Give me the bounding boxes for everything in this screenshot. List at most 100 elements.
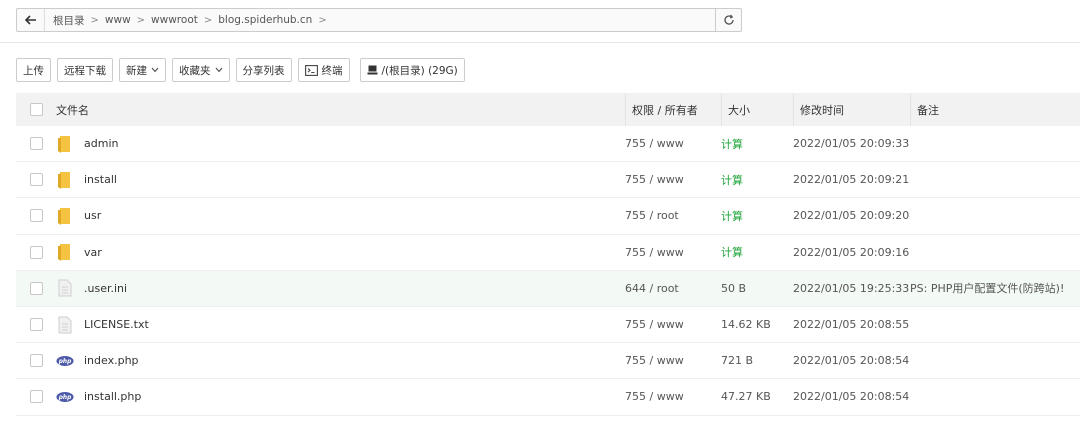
- row-checkbox[interactable]: [29, 281, 43, 295]
- table-row[interactable]: var 755 / www 计算 2022/01/05 20:09:16: [16, 235, 1080, 271]
- breadcrumb-item-site[interactable]: blog.spiderhub.cn: [216, 14, 314, 26]
- table-row[interactable]: .user.ini 644 / root 50 B 2022/01/05 19:25:…: [16, 270, 1080, 307]
- php-icon: php: [56, 391, 74, 402]
- file-name-link[interactable]: usr: [56, 207, 101, 225]
- file-icon: [58, 279, 72, 297]
- row-select-cell: [16, 307, 56, 342]
- chevron-down-icon: [151, 67, 159, 73]
- chevron-right-icon: >: [136, 14, 146, 26]
- row-checkbox[interactable]: [29, 209, 43, 223]
- refresh-icon: [723, 14, 734, 25]
- file-name-link[interactable]: .user.ini: [56, 279, 127, 297]
- column-header-time[interactable]: 修改时间: [793, 93, 910, 126]
- row-checkbox[interactable]: [29, 173, 43, 187]
- file-name-link[interactable]: php install.php: [56, 388, 141, 406]
- file-name-link[interactable]: LICENSE.txt: [56, 316, 149, 334]
- perm-cell[interactable]: 755 / www: [625, 162, 721, 197]
- column-header-size[interactable]: 大小: [721, 93, 793, 126]
- upload-button[interactable]: 上传: [16, 58, 51, 82]
- row-select-cell: [16, 198, 56, 233]
- note-cell[interactable]: [910, 126, 1080, 161]
- column-header-perm[interactable]: 权限 / 所有者: [625, 93, 721, 126]
- refresh-button[interactable]: [715, 9, 741, 31]
- table-row[interactable]: usr 755 / root 计算 2022/01/05 20:09:20: [16, 198, 1080, 235]
- size-cell[interactable]: 计算: [721, 198, 793, 233]
- note-cell[interactable]: [910, 198, 1080, 233]
- perm-cell[interactable]: 755 / root: [625, 198, 721, 233]
- favorites-label: 收藏夹: [179, 64, 211, 77]
- time-cell: 2022/01/05 20:09:21: [793, 173, 910, 187]
- size-cell: 47.27 KB: [721, 390, 771, 404]
- folder-icon: [58, 135, 70, 153]
- name-cell: install: [56, 162, 625, 197]
- table-row[interactable]: php install.php 755 / www 47.27 KB 2022/01/0…: [16, 379, 1080, 416]
- note-cell[interactable]: [910, 307, 1080, 342]
- file-name-link[interactable]: php index.php: [56, 352, 139, 370]
- table-header: 文件名 权限 / 所有者 大小 修改时间 备注: [16, 93, 1080, 126]
- size-cell[interactable]: 计算: [721, 162, 793, 197]
- table-row[interactable]: install 755 / www 计算 2022/01/05 20:09:21: [16, 162, 1080, 199]
- table-row[interactable]: admin 755 / www 计算 2022/01/05 20:09:33: [16, 126, 1080, 163]
- file-name-link[interactable]: var: [56, 243, 102, 262]
- favorites-dropdown-button[interactable]: 收藏夹: [172, 58, 230, 82]
- folder-icon: [58, 207, 70, 225]
- file-name: .user.ini: [84, 281, 128, 295]
- file-name-link[interactable]: admin: [56, 135, 118, 153]
- note-cell[interactable]: PS: PHP用户配置文件(防跨站)!: [910, 271, 1080, 306]
- perm-cell[interactable]: 755 / www: [625, 379, 721, 414]
- time-cell: 2022/01/05 20:08:55: [793, 318, 910, 332]
- time-cell: 2022/01/05 20:09:33: [793, 137, 910, 151]
- remote-download-button[interactable]: 远程下载: [57, 58, 113, 82]
- perm-cell[interactable]: 755 / www: [625, 343, 721, 378]
- table-row[interactable]: php index.php 755 / www 721 B 2022/01/05 20:…: [16, 343, 1080, 380]
- terminal-label: 终端: [321, 64, 343, 77]
- column-header-name[interactable]: 文件名: [56, 93, 625, 126]
- breadcrumb-item-root[interactable]: 根目录: [51, 13, 87, 28]
- disk-button[interactable]: /(根目录) (29G): [359, 58, 465, 82]
- row-checkbox[interactable]: [29, 354, 43, 368]
- folder-icon: [58, 171, 70, 189]
- row-checkbox[interactable]: [29, 318, 43, 332]
- name-cell: usr: [56, 198, 625, 233]
- size-cell[interactable]: 计算: [721, 126, 793, 161]
- chevron-right-icon: >: [90, 14, 99, 26]
- perm-cell[interactable]: 755 / www: [625, 235, 721, 270]
- time-cell: 2022/01/05 19:25:33: [793, 281, 910, 295]
- disk-label: /(根目录) (29G): [381, 64, 458, 77]
- row-checkbox[interactable]: [29, 137, 43, 151]
- breadcrumb-item-www[interactable]: www: [103, 14, 133, 26]
- table-row[interactable]: LICENSE.txt 755 / www 14.62 KB 2022/01/05 2…: [16, 307, 1080, 344]
- perm-cell[interactable]: 755 / www: [625, 307, 721, 342]
- perm-cell[interactable]: 755 / www: [625, 126, 721, 161]
- share-list-button[interactable]: 分享列表: [235, 58, 292, 82]
- chevron-right-icon: >: [203, 14, 213, 26]
- select-all-cell: [16, 93, 56, 126]
- back-button[interactable]: [17, 9, 45, 31]
- time-cell: 2022/01/05 20:08:54: [793, 354, 910, 368]
- file-type-icon: [56, 135, 74, 153]
- file-type-icon: [56, 316, 74, 334]
- size-cell: 50 B: [721, 281, 747, 295]
- name-cell: .user.ini: [56, 271, 625, 306]
- note-cell[interactable]: [910, 379, 1080, 414]
- file-icon: [58, 316, 72, 334]
- row-checkbox[interactable]: [29, 245, 43, 259]
- perm-cell[interactable]: 644 / root: [625, 271, 721, 306]
- php-icon: php: [56, 355, 74, 366]
- breadcrumb-item-wwwroot[interactable]: wwwroot: [149, 14, 200, 26]
- note-cell[interactable]: [910, 162, 1080, 197]
- note-cell[interactable]: [910, 343, 1080, 378]
- file-name-link[interactable]: install: [56, 171, 117, 189]
- size-cell[interactable]: 计算: [721, 235, 793, 270]
- new-dropdown-button[interactable]: 新建: [119, 58, 166, 82]
- file-name: admin: [84, 137, 119, 151]
- terminal-button[interactable]: 终端: [297, 58, 350, 82]
- file-type-icon: php: [56, 388, 74, 406]
- name-cell: php index.php: [56, 343, 625, 378]
- select-all-checkbox[interactable]: [29, 103, 43, 116]
- note-cell[interactable]: [910, 235, 1080, 270]
- divider: [0, 42, 1080, 43]
- column-header-note[interactable]: 备注: [910, 93, 1080, 126]
- time-cell: 2022/01/05 20:08:54: [793, 390, 910, 404]
- row-checkbox[interactable]: [29, 390, 43, 404]
